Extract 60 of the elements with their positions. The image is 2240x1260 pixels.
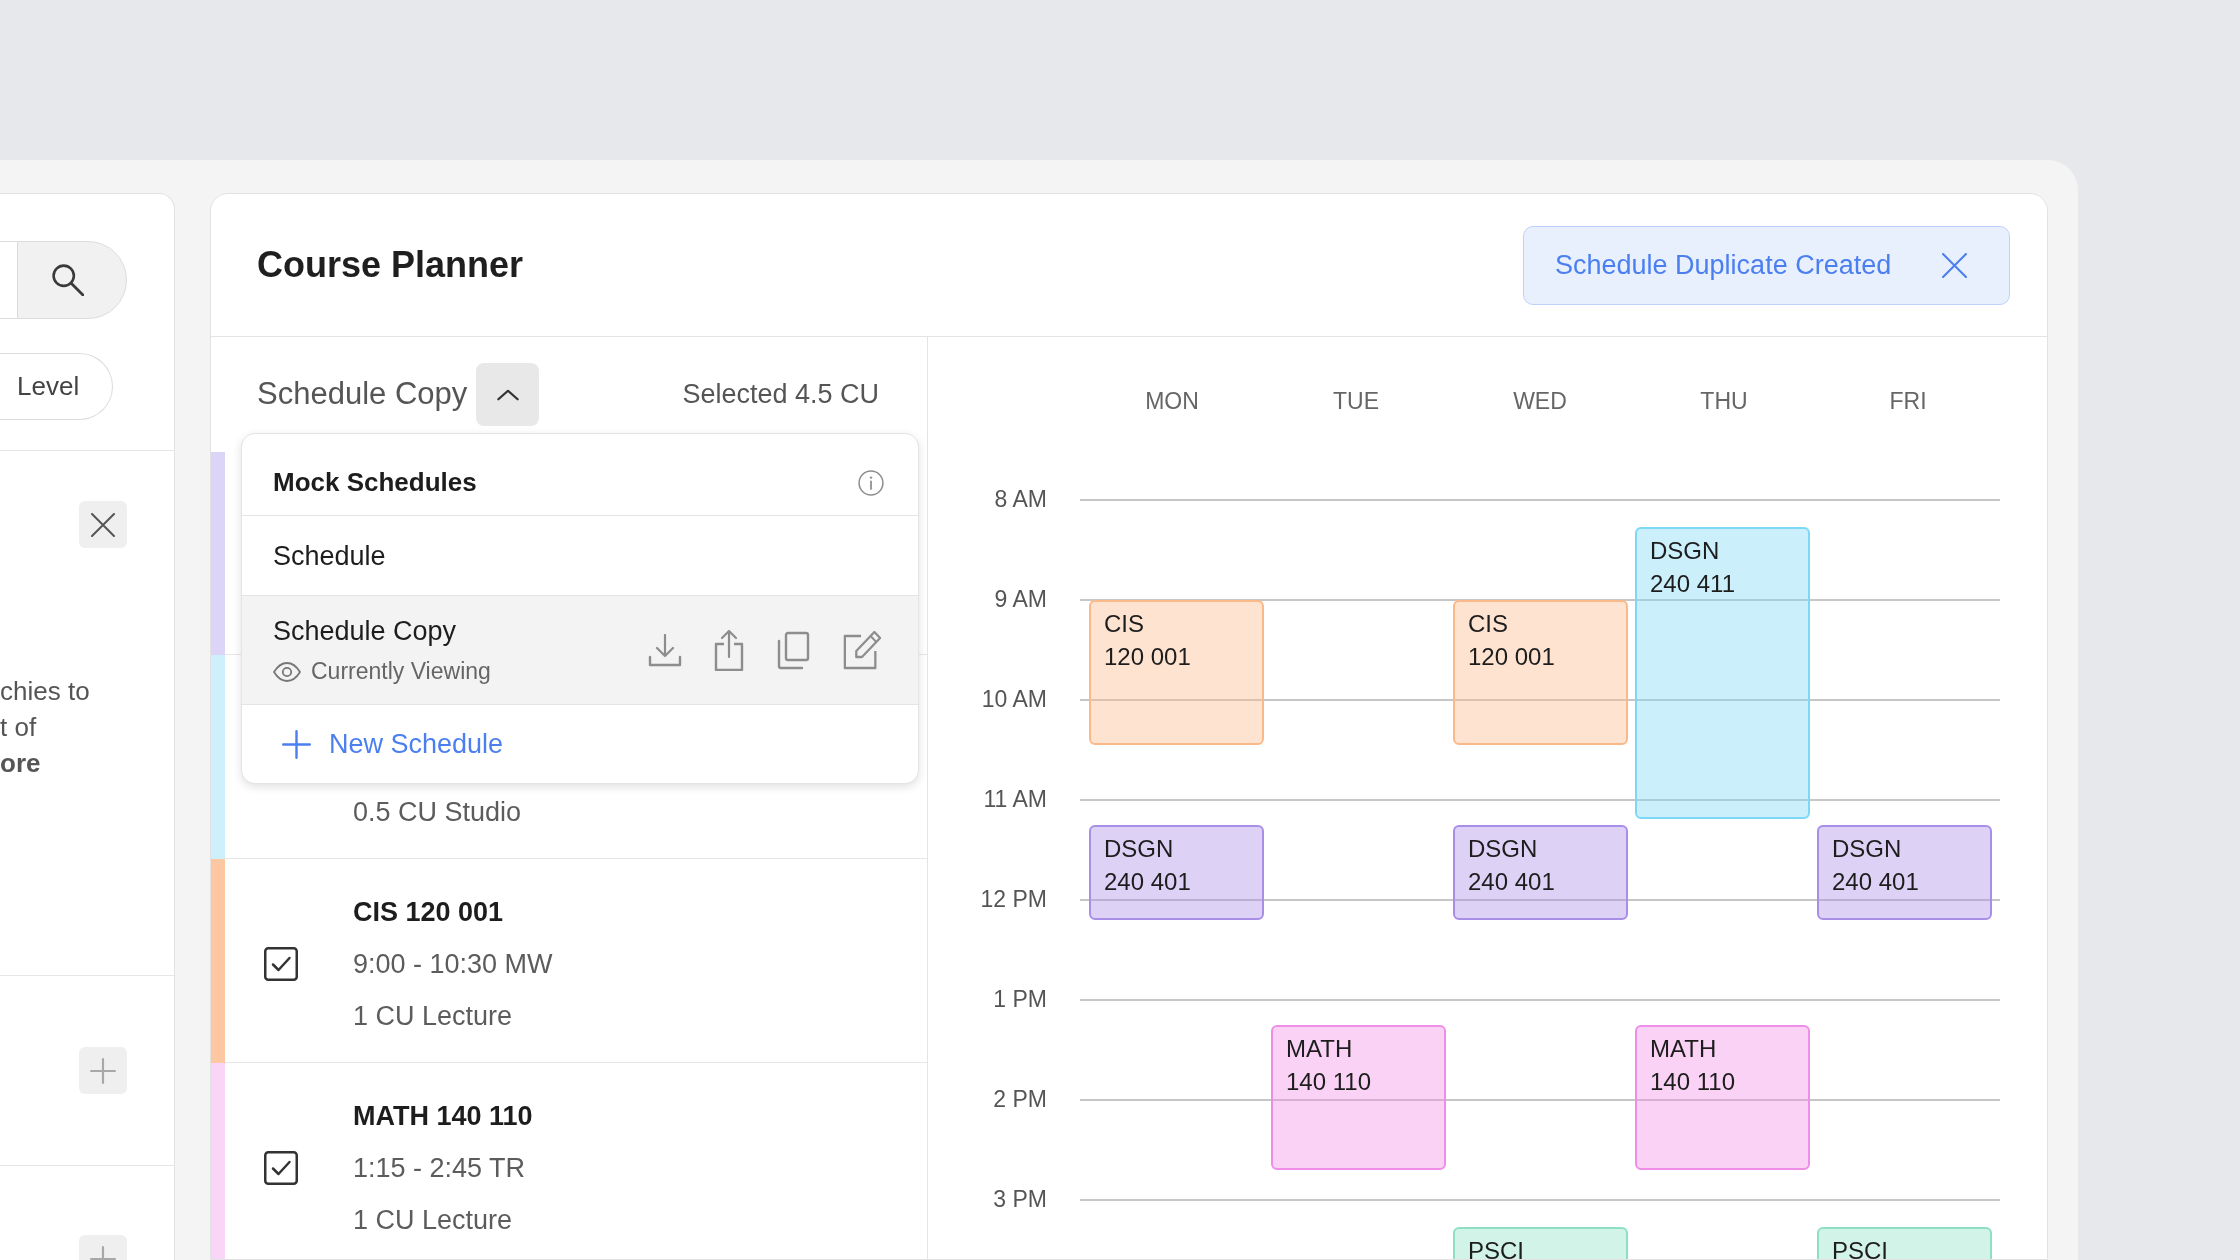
course-event[interactable]: PSCI: [1453, 1227, 1628, 1259]
course-event[interactable]: PSCI: [1817, 1227, 1992, 1259]
day-label: FRI: [1889, 387, 1927, 416]
hour-label: 8 AM: [994, 485, 1047, 513]
add-button[interactable]: [79, 1047, 127, 1094]
course-event[interactable]: MATH 140 110: [1271, 1025, 1446, 1170]
schedule-name: Schedule: [273, 539, 386, 573]
page-title: Course Planner: [257, 243, 524, 287]
close-icon: [91, 512, 115, 537]
plus-icon: [282, 729, 311, 759]
hour-label: 1 PM: [993, 985, 1047, 1013]
hour-label: 9 AM: [994, 585, 1047, 613]
day-label: THU: [1700, 387, 1748, 416]
day-label: WED: [1513, 387, 1567, 416]
course-code: MATH 140 110: [353, 1100, 533, 1133]
hour-label: 12 PM: [980, 885, 1047, 913]
search-button[interactable]: [17, 241, 127, 319]
day-label: TUE: [1333, 387, 1379, 416]
schedule-title: Schedule Copy: [257, 375, 468, 414]
course-code: CIS 120 001: [353, 896, 504, 929]
share-icon[interactable]: [714, 629, 744, 671]
search-field[interactable]: [0, 241, 17, 319]
dropdown-title: Mock Schedules: [273, 466, 477, 499]
schedule-name: Schedule Copy: [273, 614, 457, 648]
copy-icon[interactable]: [776, 630, 810, 670]
course-event[interactable]: DSGN 240 411: [1635, 527, 1810, 819]
toast-message: Schedule Duplicate Created: [1555, 248, 1892, 282]
hour-label: 3 PM: [993, 1185, 1047, 1213]
course-event[interactable]: MATH 140 110: [1635, 1025, 1810, 1170]
search-icon: [52, 264, 84, 296]
info-icon[interactable]: [858, 469, 884, 496]
selected-credits: Selected 4.5 CU: [682, 378, 879, 412]
hour-label: 11 AM: [983, 785, 1047, 813]
course-time: 9:00 - 10:30 MW: [353, 948, 553, 981]
day-label: MON: [1145, 387, 1199, 416]
course-event[interactable]: DSGN 240 401: [1089, 825, 1264, 920]
course-credits: 0.5 CU Studio: [353, 796, 522, 829]
schedule-menu-item[interactable]: Schedule: [242, 516, 918, 596]
edit-icon[interactable]: [842, 630, 882, 670]
hour-label: 10 AM: [981, 685, 1047, 713]
course-time: 1:15 - 2:45 TR: [353, 1152, 526, 1185]
close-icon[interactable]: [1942, 252, 1967, 278]
plus-icon: [90, 1057, 116, 1084]
viewing-status: Currently Viewing: [311, 657, 491, 687]
download-icon[interactable]: [648, 633, 682, 667]
new-schedule-button[interactable]: New Schedule: [242, 705, 504, 783]
eye-icon: [273, 661, 301, 682]
notice-text: chies to t of ore: [0, 675, 90, 780]
schedule-menu-item[interactable]: Schedule Copy Currently Viewing: [242, 596, 918, 705]
course-credits: 1 CU Lecture: [353, 1204, 513, 1237]
checkbox[interactable]: [264, 1151, 298, 1185]
close-button[interactable]: [79, 501, 127, 548]
course-event[interactable]: CIS 120 001: [1089, 600, 1264, 745]
checkbox[interactable]: [264, 947, 298, 981]
course-event[interactable]: CIS 120 001: [1453, 600, 1628, 745]
chevron-up-icon: [496, 388, 519, 401]
hour-label: 2 PM: [993, 1085, 1047, 1113]
course-credits: 1 CU Lecture: [353, 1000, 513, 1033]
course-event[interactable]: DSGN 240 401: [1817, 825, 1992, 920]
course-event[interactable]: DSGN 240 401: [1453, 825, 1628, 920]
